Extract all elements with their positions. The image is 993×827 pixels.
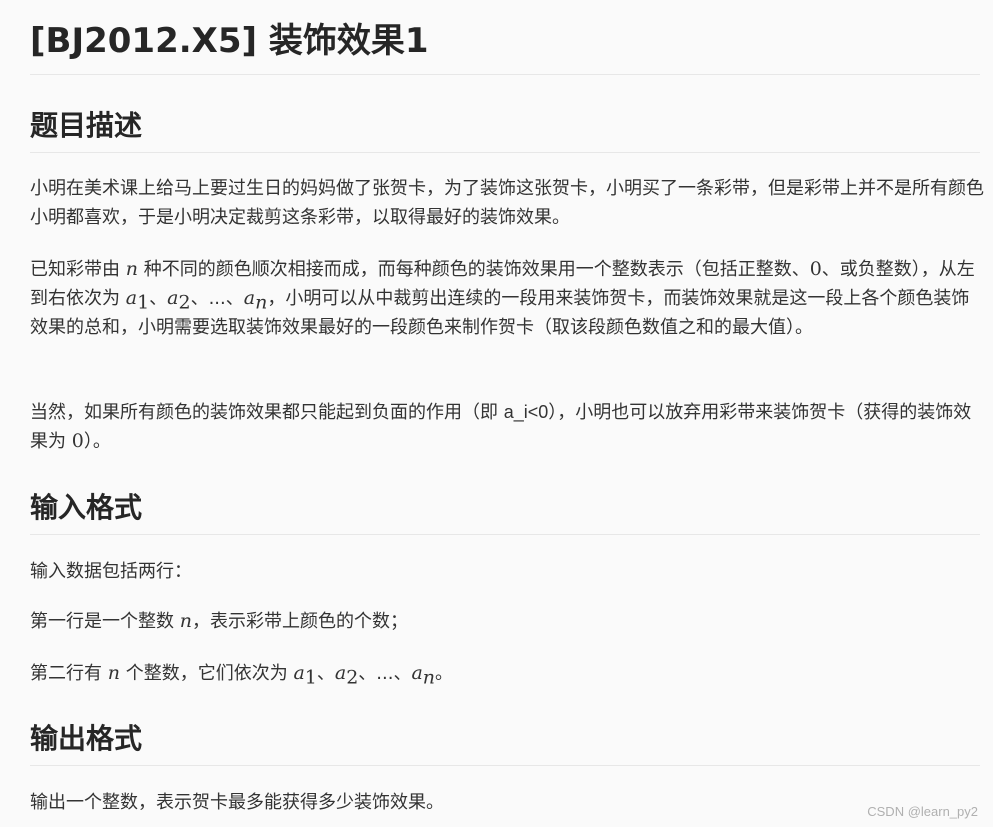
text-fragment: 、 <box>149 288 168 309</box>
inline-code: a_i<0 <box>503 402 549 422</box>
math-subscript: 2 <box>178 291 191 314</box>
math-zero: 0 <box>809 258 822 280</box>
math-var-a: a <box>334 662 347 684</box>
math-subscript: n <box>255 291 268 314</box>
title-divider <box>30 74 980 75</box>
text-fragment: 第二行有 <box>30 663 108 684</box>
text-fragment: 当然，如果所有颜色的装饰效果都只能起到负面的作用（即 <box>30 402 504 423</box>
math-var-a: a <box>293 662 305 684</box>
output-divider <box>30 765 980 766</box>
description-divider <box>30 152 980 153</box>
watermark: CSDN @learn_py2 <box>867 804 978 819</box>
math-var-a: a <box>125 287 138 309</box>
heading-output: 输出格式 <box>30 722 143 755</box>
text-fragment: ）。 <box>83 431 111 452</box>
page-title: [BJ2012.X5] 装饰效果1 <box>30 21 429 61</box>
math-var-a: a <box>411 662 423 684</box>
math-subscript: 1 <box>304 666 317 689</box>
heading-input: 输入格式 <box>30 491 143 524</box>
description-paragraph-2: 已知彩带由 n 种不同的颜色顺次相接而成，而每种颜色的装饰效果用一个整数表示（包… <box>30 255 985 342</box>
math-subscript: n <box>422 666 436 689</box>
math-var-n: n <box>125 258 138 280</box>
input-paragraph-2: 第一行是一个整数 n，表示彩带上颜色的个数； <box>30 607 985 636</box>
math-subscript: 2 <box>346 666 359 689</box>
math-var-a: a <box>243 287 256 309</box>
text-fragment: 、...、 <box>190 288 244 309</box>
text-fragment: 、 <box>316 663 335 684</box>
input-paragraph-1: 输入数据包括两行： <box>30 561 192 582</box>
text-fragment: 种不同的颜色顺次相接而成，而每种颜色的装饰效果用一个整数表示（包括正整数、 <box>137 259 810 280</box>
description-paragraph-1: 小明在美术课上给马上要过生日的妈妈做了张贺卡，为了装饰这张贺卡，小明买了一条彩带… <box>30 178 984 228</box>
heading-description: 题目描述 <box>30 109 143 142</box>
input-paragraph-3: 第二行有 n 个整数，它们依次为 a1、a2、...、an。 <box>30 659 985 688</box>
text-fragment: 个整数，它们依次为 <box>119 663 294 684</box>
output-paragraph-1: 输出一个整数，表示贺卡最多能获得多少装饰效果。 <box>30 792 444 813</box>
math-subscript: 1 <box>137 291 150 314</box>
math-var-a: a <box>167 287 179 309</box>
text-fragment: 已知彩带由 <box>30 259 126 280</box>
description-paragraph-3: 当然，如果所有颜色的装饰效果都只能起到负面的作用（即 a_i<0），小明也可以放… <box>30 398 985 456</box>
math-var-n: n <box>107 662 120 684</box>
text-fragment: 第一行是一个整数 <box>30 611 180 632</box>
text-fragment: 。 <box>435 663 454 684</box>
problem-page: [BJ2012.X5] 装饰效果1 题目描述 小明在美术课上给马上要过生日的妈妈… <box>0 0 993 827</box>
math-zero: 0 <box>71 430 84 452</box>
math-var-n: n <box>179 610 192 632</box>
input-divider <box>30 534 980 535</box>
text-fragment: ，表示彩带上颜色的个数； <box>191 611 408 632</box>
text-fragment: 、...、 <box>358 663 412 684</box>
